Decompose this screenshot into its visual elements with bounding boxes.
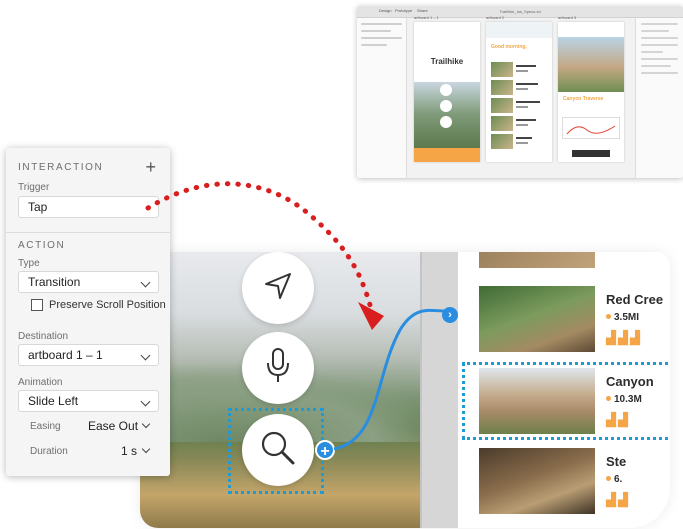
interaction-panel: INTERACTION + Trigger Tap ACTION Type Tr…	[6, 148, 170, 476]
easing-label: Easing	[30, 421, 61, 432]
artboard-home-thumb[interactable]: Trailhike	[414, 22, 480, 162]
animation-value: Slide Left	[28, 394, 79, 408]
trail-map	[562, 117, 620, 139]
artboard-label: artboard 3	[558, 15, 577, 20]
trail-name: Red Cree	[606, 292, 664, 307]
property-inspector	[635, 18, 683, 178]
trail-distance: 3.5MI	[606, 312, 639, 323]
artboard-gutter	[420, 252, 458, 528]
prototype-zoom-view: + › Red Cree 3.5MI ▟▟▟ Canyon 10.3M ▟▟ S…	[140, 252, 670, 528]
animation-select[interactable]: Slide Left	[18, 390, 159, 412]
trigger-select[interactable]: Tap	[18, 196, 159, 218]
duration-label: Duration	[30, 446, 68, 457]
animation-label: Animation	[18, 377, 63, 388]
app-logo: Trailhike	[430, 57, 464, 66]
trigger-label: Trigger	[18, 182, 50, 193]
tap-hotspot-selection[interactable]	[228, 408, 324, 494]
layers-panel	[357, 18, 407, 178]
list-item[interactable]: Ste 6. ▟▟	[476, 448, 670, 518]
type-value: Transition	[28, 275, 81, 289]
chevron-down-icon	[141, 419, 151, 429]
list-item[interactable]	[476, 252, 670, 272]
title-bar: Design Prototype Share Trailhike_Ios_Spe…	[357, 6, 683, 18]
trail-distance: 6.	[606, 474, 622, 485]
plus-icon[interactable]: +	[145, 158, 156, 176]
chevron-down-icon	[140, 277, 151, 288]
microphone-icon	[263, 346, 293, 391]
detail-title: Canyon Traverse	[563, 96, 604, 102]
add-wire-icon[interactable]: +	[315, 440, 335, 460]
greeting-text: Good morning,	[491, 44, 527, 50]
list-item[interactable]: Red Cree 3.5MI ▟▟▟	[476, 286, 670, 356]
destination-label: Destination	[18, 331, 69, 342]
artboard-label: artboard 1 – 1	[414, 15, 439, 20]
preserve-scroll-label: Preserve Scroll Position	[49, 299, 166, 311]
section-interaction-heading: INTERACTION	[18, 162, 104, 173]
artboard-label: artboard 2	[486, 15, 505, 20]
chevron-down-icon	[140, 350, 151, 361]
artboard-detail-thumb[interactable]: Canyon Traverse	[558, 22, 624, 162]
divider	[6, 232, 170, 233]
navigate-icon	[262, 270, 294, 307]
duration-field[interactable]: 1 s	[121, 444, 137, 458]
section-action-heading: ACTION	[18, 240, 66, 251]
trail-name: Ste	[606, 454, 627, 469]
trigger-value: Tap	[28, 200, 48, 214]
artboard-list-thumb[interactable]: Good morning,	[486, 22, 552, 162]
type-select[interactable]: Transition	[18, 271, 159, 293]
destination-select[interactable]: artboard 1 – 1	[18, 344, 159, 366]
preserve-scroll-checkbox[interactable]	[31, 299, 43, 311]
type-label: Type	[18, 258, 40, 269]
window-title: Trailhike_Ios_Specs.xd	[499, 9, 541, 14]
boot-rating-icon: ▟▟	[606, 492, 630, 507]
chevron-down-icon	[140, 396, 151, 407]
boot-rating-icon: ▟▟▟	[606, 330, 642, 345]
navigate-button[interactable]	[242, 252, 314, 324]
microphone-button[interactable]	[242, 332, 314, 404]
destination-value: artboard 1 – 1	[28, 348, 103, 362]
selected-list-item-outline	[462, 362, 670, 440]
easing-select[interactable]: Ease Out	[88, 419, 138, 433]
chevron-down-icon	[141, 444, 151, 454]
chevron-right-icon: ›	[442, 307, 458, 323]
